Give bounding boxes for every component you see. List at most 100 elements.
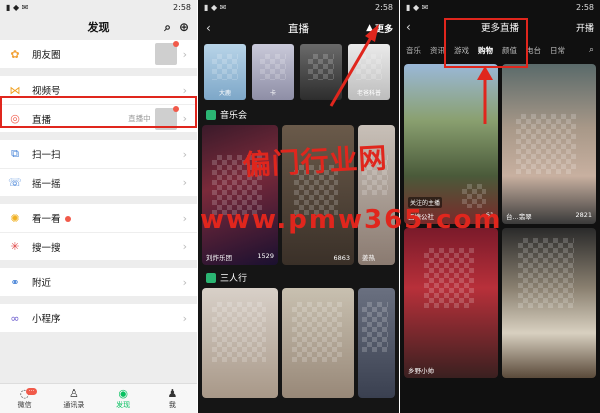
card-label: 卡: [269, 90, 276, 97]
section-icon: [206, 272, 216, 283]
menu-item-scan[interactable]: ⧉ 扫一扫 ›: [0, 140, 197, 168]
tab-label: 微信: [17, 400, 32, 409]
highlight-box-live: [0, 96, 197, 128]
tab-music[interactable]: 音乐: [406, 45, 421, 56]
contacts-icon: ♙: [68, 386, 79, 400]
tab-me[interactable]: ♟ 我: [148, 384, 197, 413]
menu-item-nearby[interactable]: ⚭ 附近 ›: [0, 268, 197, 296]
status-icons: ▮ ◆ ✉: [406, 2, 429, 12]
chevron-right-icon: ›: [182, 240, 187, 253]
tab-chats[interactable]: ◌ ··· 微信: [0, 384, 49, 413]
group-mini-programs: ∞ 小程序 ›: [0, 304, 197, 332]
page-title: 直播: [288, 22, 309, 35]
chevron-right-icon: ›: [182, 275, 187, 289]
viewer-count: 6863: [333, 254, 350, 262]
status-bar: ▮ ◆ ✉ 2:58: [0, 0, 197, 14]
tab-label: 通讯录: [63, 400, 85, 409]
status-bar: ▮ ◆ ✉ 2:58: [198, 0, 399, 14]
status-time: 2:58: [375, 2, 393, 12]
status-time: 2:58: [576, 2, 594, 12]
menu-item-label: 扫一扫: [32, 150, 61, 161]
search-icon[interactable]: ⌕: [589, 45, 594, 55]
group-top-stories: ✺ 看一看 › ✳ 搜一搜 ›: [0, 204, 197, 260]
unread-dot: [64, 216, 71, 222]
arrow-to-more-live: [477, 66, 493, 124]
tab-daily[interactable]: 日常: [550, 45, 565, 56]
menu-item-top-stories[interactable]: ✺ 看一看 ›: [0, 204, 197, 232]
live-card[interactable]: [358, 288, 395, 398]
live-card[interactable]: [502, 228, 596, 378]
menu-item-label: 搜一搜: [32, 242, 61, 254]
status-time: 2:58: [173, 2, 191, 12]
menu-item-moments[interactable]: ✿ 朋友圈 ›: [0, 40, 197, 68]
chevron-right-icon: ›: [182, 83, 187, 97]
tab-label: 我: [168, 400, 176, 409]
tab-discover[interactable]: ◉ 发现: [99, 384, 148, 413]
menu-item-label: 视频号: [32, 86, 61, 97]
chevron-right-icon: ›: [182, 47, 187, 61]
chevron-right-icon: ›: [182, 147, 187, 161]
viewer-count: 1529: [257, 252, 274, 260]
chevron-right-icon: ›: [182, 176, 187, 189]
live-card[interactable]: 乡野小帅: [404, 228, 498, 378]
top-stories-icon: ✺: [10, 211, 20, 225]
featured-card[interactable]: 卡: [252, 44, 294, 100]
streamer-name: 乡野小帅: [408, 367, 434, 375]
go-live-button[interactable]: 开播: [576, 21, 594, 34]
card-label: 大鹿: [218, 90, 231, 97]
menu-item-label: 摇一摇: [32, 178, 61, 190]
shake-icon: ☏: [8, 176, 22, 189]
nearby-icon: ⚭: [10, 275, 20, 289]
scan-icon: ⧉: [11, 147, 19, 160]
menu-item-search[interactable]: ✳ 搜一搜 ›: [0, 232, 197, 260]
moments-icon: ✿: [10, 47, 20, 61]
streamer-name: 姜热: [362, 254, 375, 262]
page-title: 发现: [87, 21, 110, 34]
menu-item-label: 看一看: [32, 211, 183, 225]
tab-radio[interactable]: 电台: [526, 45, 541, 56]
live-card[interactable]: [202, 288, 278, 398]
section-title-trio: 三人行: [198, 265, 399, 288]
menu-item-label: 小程序: [32, 314, 61, 325]
channels-icon: ⋈: [9, 83, 21, 97]
chevron-right-icon: ›: [182, 311, 187, 325]
moments-thumbnail: [154, 41, 179, 65]
watermark-url: www.pmw365.com: [200, 205, 503, 235]
streamer-name: 刘炸乐团: [206, 254, 232, 262]
search-icon[interactable]: ⌕: [164, 20, 171, 35]
status-bar: ▮ ◆ ✉ 2:58: [400, 0, 600, 14]
compass-icon: ◉: [118, 386, 128, 400]
tab-news[interactable]: 资讯: [430, 45, 445, 56]
chevron-right-icon: ›: [182, 211, 187, 225]
menu-item-label: 附近: [32, 278, 52, 289]
bottom-tab-bar: ◌ ··· 微信 ♙ 通讯录 ◉ 发现 ♟ 我: [0, 383, 197, 413]
menu-item-shake[interactable]: ☏ 摇一摇 ›: [0, 168, 197, 196]
search-feature-icon: ✳: [10, 240, 20, 253]
live-card[interactable]: [281, 288, 354, 398]
section-icon: [206, 109, 216, 120]
group-scan: ⧉ 扫一扫 › ☏ 摇一摇 ›: [0, 140, 197, 196]
unread-badge: ···: [25, 388, 38, 395]
tab-label: 发现: [116, 400, 131, 409]
menu-item-mini-programs[interactable]: ∞ 小程序 ›: [0, 304, 197, 332]
arrow-to-more: [329, 24, 379, 107]
streamer-name: 台...翡翠: [506, 213, 532, 221]
menu-item-label: 朋友圈: [32, 50, 61, 61]
person-icon: ♟: [167, 386, 178, 400]
top-bar: 发现 ⌕ ⊕: [0, 14, 197, 40]
discover-screen: ▮ ◆ ✉ 2:58 发现 ⌕ ⊕ ✿ 朋友圈 › ⋈ 视频号 › ◎ 直播 直…: [0, 0, 197, 413]
add-icon[interactable]: ⊕: [179, 20, 189, 35]
back-icon[interactable]: ‹: [406, 20, 411, 34]
back-icon[interactable]: ‹: [206, 21, 211, 35]
status-icons: ▮ ◆ ✉: [204, 2, 227, 12]
featured-card[interactable]: 大鹿: [204, 44, 246, 100]
mini-program-icon: ∞: [10, 311, 20, 325]
tab-contacts[interactable]: ♙ 通讯录: [49, 384, 98, 413]
status-icons: ▮ ◆ ✉: [6, 2, 29, 12]
live-grid-trio: [198, 288, 399, 398]
highlight-box-more-live: [444, 18, 528, 68]
viewer-count: 2821: [575, 211, 592, 219]
group-moments: ✿ 朋友圈 ›: [0, 40, 197, 68]
group-nearby: ⚭ 附近 ›: [0, 268, 197, 296]
live-card[interactable]: 台...翡翠 2821: [502, 64, 596, 224]
